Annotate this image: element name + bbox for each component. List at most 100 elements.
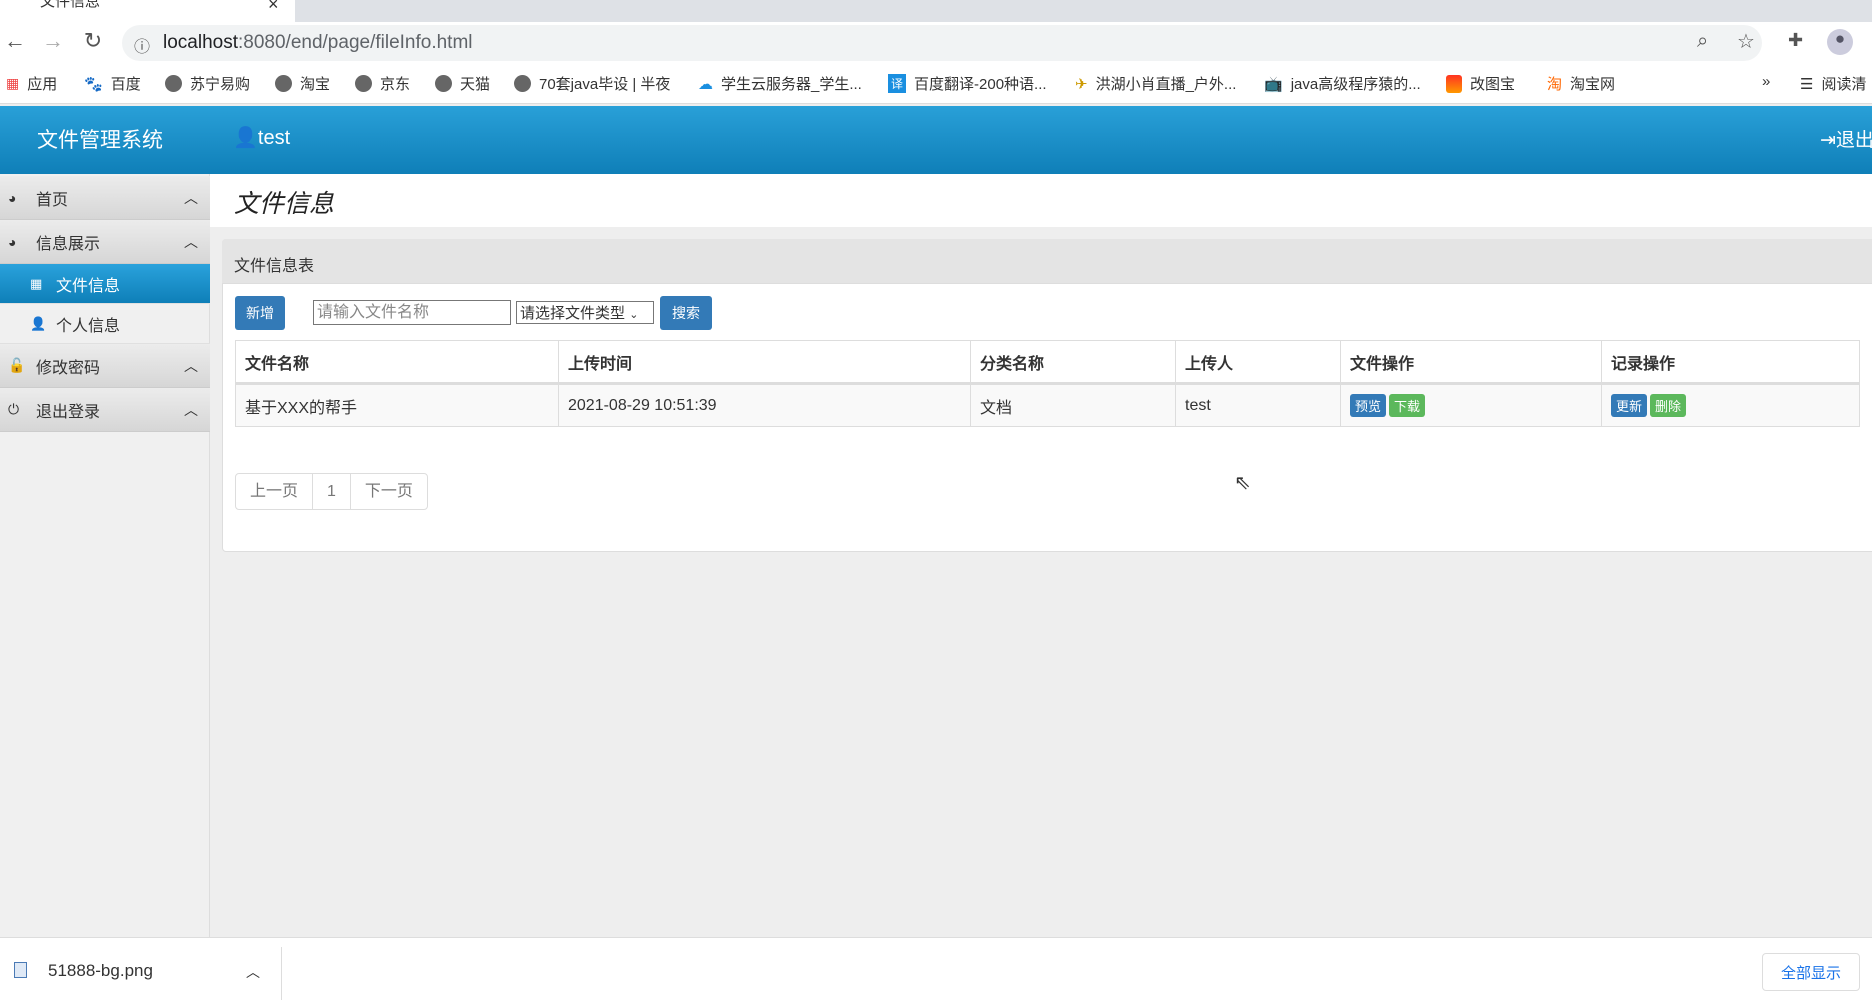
bookmark[interactable]: 淘淘宝网 [1547,73,1615,94]
bookmark[interactable]: ✈ 洪湖小肖直播_户外... [1075,73,1236,94]
chevron-up-icon: ︿ [184,401,198,418]
column-header: 上传人 [1175,340,1341,385]
bookmark-label: 百度 [110,76,141,93]
bookmark[interactable]: 译百度翻译-200种语... [888,73,1047,94]
logout-link[interactable]: ⇥退出 [1820,125,1872,152]
page-title-bar [210,174,1872,227]
download-file-name[interactable]: 51888-bg.png [48,961,153,981]
update-button[interactable]: 更新 [1611,394,1648,417]
extensions-icon[interactable]: ✚ [1788,30,1803,51]
back-icon[interactable]: ← [0,28,30,54]
upload-time-cell: 2021-08-29 10:51:39 [558,383,971,427]
chevron-up-icon: ︿ [184,357,198,374]
file-icon [14,962,27,978]
forward-icon[interactable]: → [38,28,68,54]
sidebar-item-file-info[interactable]: ▦ 文件信息 [0,264,210,304]
close-tab-icon[interactable]: × [268,0,279,15]
bookmark-label: 阅读清 [1821,76,1867,93]
bookmark[interactable]: ☁ 学生云服务器_学生... [698,73,862,94]
bookmark[interactable]: 改图宝 [1446,73,1515,94]
url-text[interactable]: localhost:8080/end/page/fileInfo.html [163,32,473,54]
page-1-button[interactable]: 1 [313,474,351,509]
star-icon[interactable]: ☆ [1737,29,1755,54]
bookmark[interactable]: 天猫 [435,73,490,94]
bookmark[interactable]: 淘宝 [275,73,330,94]
user-name: test [257,127,291,149]
globe-icon [275,75,292,92]
download-button[interactable]: 下载 [1389,394,1426,417]
category-cell: 文档 [970,383,1176,427]
search-input[interactable] [313,300,511,325]
table-row: 基于XXX的帮手 2021-08-29 10:51:39 文档 test 预览下… [235,383,1860,427]
dashboard-icon: ◕ [8,189,17,206]
file-type-select[interactable]: 请选择文件类型 ⌄ [516,301,654,324]
file-table: 文件名称 上传时间 分类名称 上传人 文件操作 记录操作 基于XXX的帮手 20… [235,340,1860,427]
gaitubao-icon [1446,74,1462,93]
power-icon: ⏻ [8,401,20,417]
sidebar-label: 退出登录 [36,403,101,421]
preview-button[interactable]: 预览 [1350,394,1387,417]
bookmark-label: 百度翻译-200种语... [914,76,1047,93]
prev-page-button[interactable]: 上一页 [236,474,314,509]
uploader-cell: test [1175,383,1341,427]
sidebar-group-logout[interactable]: ⏻ 退出登录 ︿ [0,388,210,432]
reading-list[interactable]: ☰ 阅读清 [1800,73,1866,94]
current-user[interactable]: 👤test [233,125,290,150]
info-icon[interactable]: ⓘ [134,33,150,57]
translate-icon: 译 [888,74,907,93]
apps-grid-icon: ▦ [6,75,20,91]
url-host: localhost [163,32,238,53]
bookmark[interactable]: 苏宁易购 [165,73,250,94]
search-button[interactable]: 搜索 [660,296,712,330]
bookmark-label: 改图宝 [1470,76,1516,93]
more-bookmarks[interactable]: » [1762,73,1770,90]
chevron-down-icon: ⌄ [629,309,639,321]
sidebar-group-info[interactable]: ◕ 信息展示 ︿ [0,220,210,264]
reload-icon[interactable]: ↻ [78,28,108,54]
file-actions-cell: 预览 下载 [1340,383,1602,427]
column-header: 文件名称 [235,340,559,385]
bird-icon: ✈ [1075,75,1088,93]
record-actions-cell: 更新 删除 [1601,383,1860,427]
bookmark-apps[interactable]: ▦ 应用 [6,73,57,94]
sidebar-item-personal-info[interactable]: 👤 个人信息 [0,304,210,344]
bookmark[interactable]: 🐾 百度 [84,73,141,94]
show-all-button[interactable]: 全部显示 [1762,953,1860,991]
table-icon: ▦ [30,275,43,291]
sidebar-group-home[interactable]: ◕ 首页 ︿ [0,176,210,220]
bookmark[interactable]: 70套java毕设 | 半夜 [514,73,670,94]
bookmark-label: 学生云服务器_学生... [721,76,862,93]
mouse-cursor-icon: ⇖ [1234,472,1251,494]
bookmark[interactable]: 📺 java高级程序猿的... [1264,73,1421,94]
logout-label: 退出 [1835,130,1872,151]
dashboard-icon: ◕ [8,233,17,250]
sidebar-label: 信息展示 [36,235,101,253]
column-header: 文件操作 [1340,340,1602,385]
bookmark-label: 洪湖小肖直播_户外... [1095,76,1237,93]
globe-icon [165,75,182,92]
profile-icon[interactable]: ● [1827,29,1853,55]
chevron-up-icon[interactable]: ︿ [246,962,260,982]
reading-list-icon: ☰ [1800,75,1814,93]
browser-tab[interactable]: 文件信息 [0,0,295,22]
bookmark[interactable]: 京东 [355,73,410,94]
pagination: 上一页 1 下一页 [235,473,428,510]
sign-out-icon: ⇥ [1820,130,1836,151]
next-page-button[interactable]: 下一页 [351,474,427,509]
bookmark-label: 天猫 [460,76,491,93]
cloud-icon: ☁ [698,75,713,93]
user-icon: 👤 [233,127,258,149]
globe-icon [355,75,372,92]
globe-icon [435,75,452,92]
add-button[interactable]: 新增 [235,296,285,330]
table-header-row: 文件名称 上传时间 分类名称 上传人 文件操作 记录操作 [235,340,1860,385]
sidebar-label: 首页 [36,191,69,209]
sidebar-group-password[interactable]: 🔓 修改密码 ︿ [0,344,210,388]
delete-button[interactable]: 删除 [1650,394,1687,417]
more-bookmarks-icon: » [1762,73,1771,90]
brand-title[interactable]: 文件管理系统 [37,124,163,154]
zoom-icon[interactable]: ⌕ [1697,30,1708,53]
chevron-up-icon: ︿ [184,189,198,206]
baidu-icon: 🐾 [84,75,103,93]
page-title: 文件信息 [234,190,335,218]
